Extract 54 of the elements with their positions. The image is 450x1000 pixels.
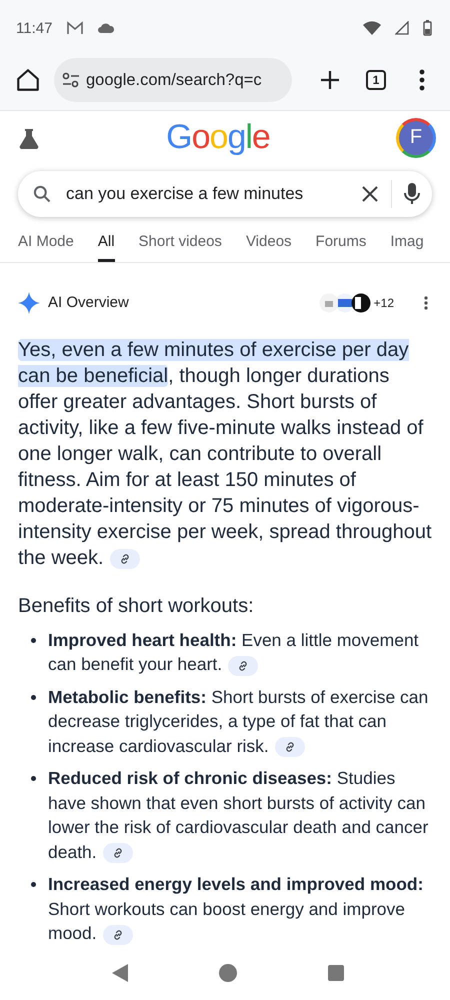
signal-icon [395,21,409,35]
link-icon [112,928,124,941]
address-bar[interactable]: google.com/search?q=c [54,58,292,102]
source-logo-icon[interactable] [350,292,371,313]
search-tab[interactable]: Videos [246,232,292,262]
search-input[interactable]: can you exercise a few minutes [64,182,349,205]
bullet-text: Reduced risk of chronic diseases: Studies have shown that even short bursts of activity can lower the risk of cardiovascular death and cancer death. [48,767,430,864]
sparkle-icon [18,292,40,314]
status-time: 11:47 [16,20,52,36]
link-icon [112,847,124,860]
citation-button[interactable] [228,656,258,676]
citation-button[interactable] [110,548,140,569]
overview-paragraph: Yes, even a few minutes of exercise per day can be beneficial, though longer durations offer greater advantages. Short bursts of activity, like a few five-minute walks instead of one longer walk, can contribute to overall fitness. Aim for at least 150 minutes of moderate-intensity or 75 minutes of vigorous-intensity exercise per week, spread throughout the week. [18,338,432,571]
search-tab[interactable]: All [98,232,115,262]
search-tab[interactable]: Imag [390,232,424,262]
citation-button[interactable] [102,843,133,864]
bullet-icon [31,694,36,700]
section-heading: Benefits of short workouts: [18,594,255,618]
bullet-text: Metabolic benefits: Short bursts of exercise can decrease triglycerides, a type of fat that can increase cardiovascular risk. [48,686,430,758]
mail-icon [66,21,84,35]
search-icon [32,184,52,204]
flask-icon[interactable] [18,126,40,149]
citation-button[interactable] [102,924,133,945]
home-icon[interactable] [218,962,238,983]
bullet-icon [31,638,36,643]
search-tab[interactable]: Short videos [138,232,222,262]
tune-icon [62,72,80,88]
menu-icon [419,69,425,91]
search-tab[interactable]: AI Mode [18,232,74,262]
cloud-icon [98,23,114,33]
battery-icon [423,20,432,36]
bullet-text: Improved heart health: Even a little movement can benefit your heart. [48,628,420,677]
close-icon[interactable] [361,184,379,203]
bullet-text: Increased energy levels and improved mood: Short workouts can boost energy and improve mood. [48,873,424,946]
google-logo: Google [166,118,270,158]
microphone-icon[interactable] [404,182,420,206]
more-icon [424,296,428,310]
home-icon [15,67,41,93]
profile-avatar[interactable]: F [396,118,436,158]
citation-button[interactable] [274,737,305,758]
wifi-icon [363,21,381,35]
tab-switcher-button[interactable]: 1 [356,60,396,100]
source-logo-icon[interactable] [334,292,355,313]
search-tab[interactable]: Forums [316,232,366,262]
bullet-icon [31,776,36,782]
recents-icon[interactable] [327,964,346,982]
link-icon [237,660,250,672]
ai-overview-title: AI Overview [48,294,129,312]
bullet-icon [31,882,36,888]
back-icon[interactable] [110,962,129,983]
link-icon [118,552,131,565]
link-icon [284,741,296,754]
plus-icon [319,69,341,91]
source-count[interactable]: +12 [374,296,394,310]
